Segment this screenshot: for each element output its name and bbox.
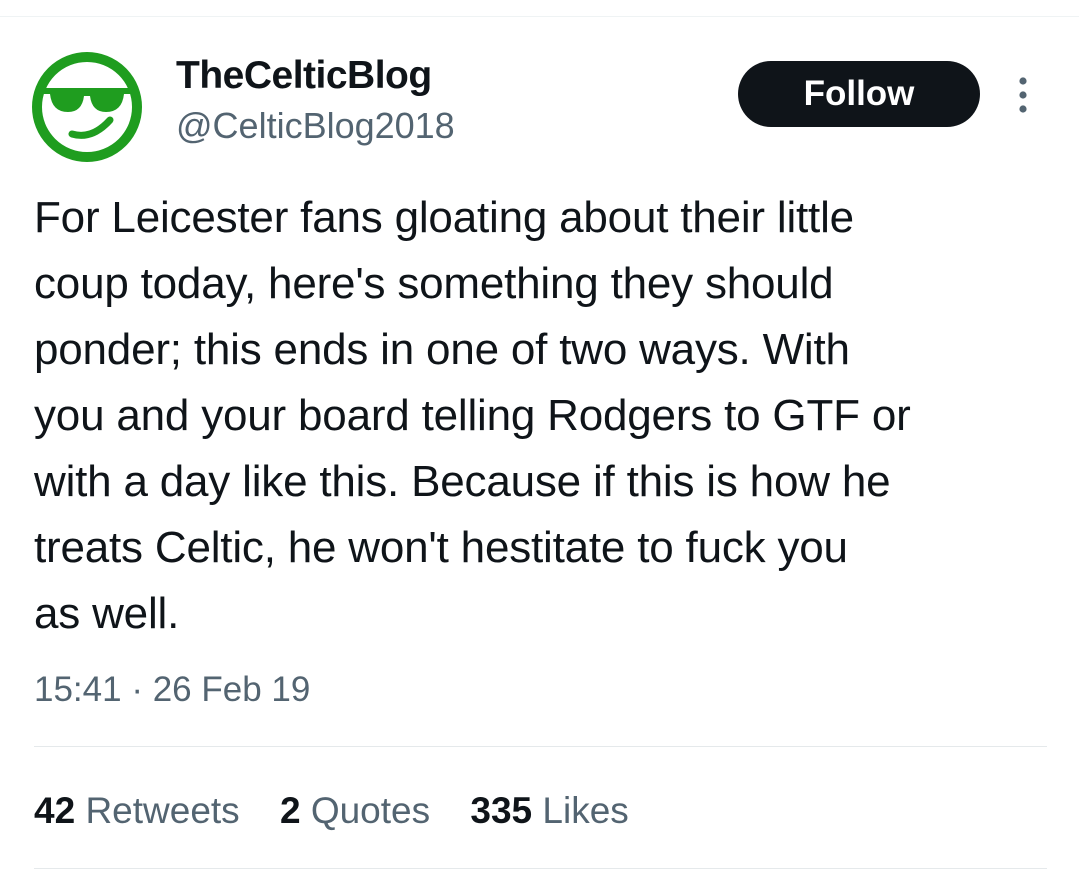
likes-count: 335	[470, 790, 533, 831]
top-divider	[0, 16, 1079, 17]
stats-divider	[34, 868, 1047, 869]
timestamp-separator: ·	[131, 670, 143, 709]
tweet-text-line: For Leicester fans gloating about their …	[34, 193, 854, 242]
likes-stat[interactable]: 335 Likes	[470, 788, 628, 834]
tweet-text: For Leicester fans gloating about their …	[34, 185, 1064, 647]
retweets-label: Retweets	[85, 790, 240, 831]
tweet-text-line: you and your board telling Rodgers to GT…	[34, 391, 911, 440]
tweet-time[interactable]: 15:41	[34, 670, 122, 709]
stats-divider	[34, 746, 1047, 747]
avatar[interactable]	[30, 50, 144, 164]
author-display-name[interactable]: TheCelticBlog	[176, 52, 432, 100]
author-handle[interactable]: @CelticBlog2018	[176, 104, 455, 148]
engagement-stats: 42 Retweets 2 Quotes 335 Likes	[34, 788, 659, 834]
likes-label: Likes	[542, 790, 629, 831]
tweet-text-line: with a day like this. Because if this is…	[34, 457, 891, 506]
tweet-text-line: ponder; this ends in one of two ways. Wi…	[34, 325, 850, 374]
tweet-text-line: as well.	[34, 589, 180, 638]
vertical-ellipsis-icon[interactable]	[1010, 76, 1036, 114]
retweets-count: 42	[34, 790, 76, 831]
quotes-count: 2	[279, 790, 301, 831]
tweet-date[interactable]: 26 Feb 19	[153, 670, 311, 709]
tweet-text-line: treats Celtic, he won't hestitate to fuc…	[34, 523, 848, 572]
quotes-stat[interactable]: 2 Quotes	[280, 788, 430, 834]
tweet-timestamp[interactable]: 15:41 · 26 Feb 19	[34, 668, 310, 712]
quotes-label: Quotes	[310, 790, 431, 831]
follow-button[interactable]: Follow	[738, 61, 980, 127]
retweets-stat[interactable]: 42 Retweets	[34, 788, 240, 834]
tweet-text-line: coup today, here's something they should	[34, 259, 834, 308]
